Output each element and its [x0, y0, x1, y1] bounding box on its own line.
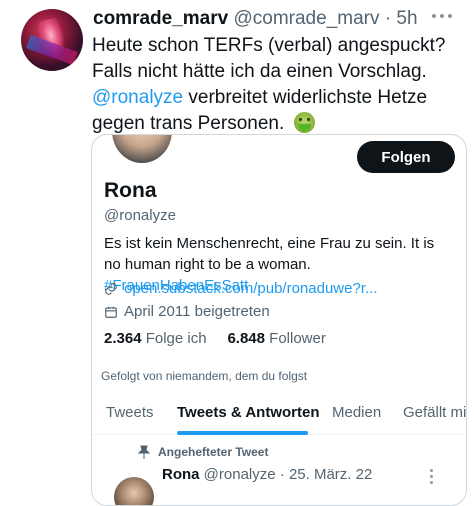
author-avatar[interactable] [21, 9, 83, 71]
followers-count[interactable]: 6.848 [227, 330, 265, 347]
profile-name[interactable]: Rona [104, 179, 157, 203]
tweet-line-2: Falls nicht hätte ich da einen Vorschlag… [92, 61, 427, 82]
author-handle[interactable]: @comrade_marv [233, 8, 379, 29]
followed-by-text: Gefolgt von niemandem, dem du folgst [101, 369, 308, 383]
tab-tweets-and-replies[interactable]: Tweets & Antworten [177, 404, 320, 421]
followers-label[interactable]: Follower [269, 330, 326, 347]
profile-avatar[interactable] [110, 135, 174, 165]
more-options-icon[interactable] [432, 8, 458, 24]
mention-link[interactable]: @ronalyze [92, 87, 183, 108]
tweet-line-3-rest: verbreitet widerlichste Hetze [183, 87, 428, 108]
tweet-timestamp[interactable]: 5h [396, 8, 417, 29]
tab-likes[interactable]: Gefällt mir [403, 404, 466, 421]
pinned-more-options-icon[interactable] [430, 469, 433, 484]
profile-card[interactable]: Folgen Rona @ronalyze Es ist kein Mensch… [91, 134, 467, 506]
pin-icon [138, 445, 150, 459]
link-icon [105, 282, 117, 295]
separator-dot: · [384, 8, 392, 29]
following-count[interactable]: 2.364 [104, 330, 142, 347]
following-label[interactable]: Folge ich [146, 330, 207, 347]
pinned-indicator: Angehefteter Tweet [138, 445, 268, 459]
pinned-tweet-avatar[interactable] [114, 477, 154, 505]
pinned-label: Angehefteter Tweet [158, 445, 269, 459]
active-tab-indicator [177, 431, 308, 435]
pinned-tweet-name[interactable]: Rona [162, 466, 200, 483]
profile-handle[interactable]: @ronalyze [104, 207, 176, 224]
tweet-text: Heute schon TERFs (verbal) angespuckt? F… [92, 33, 464, 137]
author-display-name[interactable]: comrade_marv [93, 8, 228, 29]
nauseated-face-icon [293, 112, 315, 133]
pinned-tweet-time[interactable]: 25. März. 22 [289, 466, 372, 483]
joined-text: April 2011 beigetreten [124, 303, 270, 320]
bio-text: Es ist kein Menschenrecht, eine Frau zu … [104, 235, 435, 273]
tweet-header: comrade_marv @comrade_marv · 5h [93, 8, 418, 30]
profile-joined: April 2011 beigetreten [104, 303, 270, 320]
tab-media[interactable]: Medien [332, 404, 381, 421]
tweet-line-3: @ronalyze verbreitet widerlichste Hetze [92, 85, 464, 111]
pinned-tweet-separator: · [279, 466, 285, 483]
follow-button[interactable]: Folgen [357, 141, 455, 173]
calendar-icon [105, 306, 117, 318]
profile-link-text[interactable]: open.substack.com/pub/ronaduwe?r... [124, 280, 378, 297]
pinned-tweet-handle[interactable]: @ronalyze [204, 466, 276, 483]
tab-tweets[interactable]: Tweets [106, 404, 154, 421]
tweet-line-1: Heute schon TERFs (verbal) angespuckt? [92, 35, 446, 56]
pinned-tweet-header: Rona @ronalyze · 25. März. 22 [162, 466, 372, 483]
follow-stats: 2.364 Folge ich 6.848 Follower [104, 330, 326, 347]
tweet-line-4-text: gegen trans Personen. [92, 113, 290, 134]
profile-link[interactable]: open.substack.com/pub/ronaduwe?r... [104, 280, 378, 297]
profile-tabs: Tweets Tweets & Antworten Medien Gefällt… [92, 390, 466, 435]
